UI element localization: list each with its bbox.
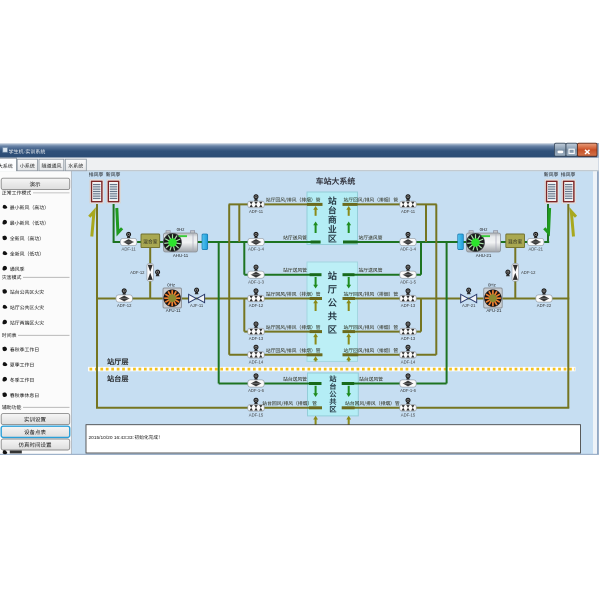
svg-text:ADF-13: ADF-13 xyxy=(249,336,264,341)
svg-text:ADF-1-6: ADF-1-6 xyxy=(400,388,416,393)
svg-text:ADF-1-5: ADF-1-5 xyxy=(400,279,416,284)
svg-text:ADF-1-4: ADF-1-4 xyxy=(400,247,416,252)
svg-text:ADF-1-4: ADF-1-4 xyxy=(248,247,264,252)
svg-text:ADF-12: ADF-12 xyxy=(117,303,132,308)
svg-text:0Hz: 0Hz xyxy=(488,283,496,288)
svg-text:AFU-11: AFU-11 xyxy=(166,308,181,313)
svg-text:ADF-12: ADF-12 xyxy=(249,303,264,308)
svg-text:ADF-1-6: ADF-1-6 xyxy=(248,388,264,393)
svg-text:ADF-15: ADF-15 xyxy=(249,412,264,417)
svg-text:ADF-12: ADF-12 xyxy=(521,270,536,275)
svg-text:AHU-11: AHU-11 xyxy=(173,253,189,258)
svg-text:AHU-21: AHU-21 xyxy=(476,253,492,258)
svg-text:2015/10/20 16:43:33:: 2015/10/20 16:43:33: xyxy=(89,435,134,441)
svg-text:ADF-21: ADF-21 xyxy=(528,247,543,252)
svg-text:AJF-11: AJF-11 xyxy=(190,303,204,308)
svg-text:ADF-11: ADF-11 xyxy=(122,247,137,252)
svg-text:ADF-12: ADF-12 xyxy=(130,270,145,275)
svg-text:AJF-21: AJF-21 xyxy=(462,303,476,308)
svg-text:ADF-13: ADF-13 xyxy=(401,336,416,341)
svg-text:ADF-1-3: ADF-1-3 xyxy=(248,279,264,284)
svg-text:AFU-21: AFU-21 xyxy=(486,308,502,313)
svg-text:ADF-15: ADF-15 xyxy=(401,412,416,417)
svg-text:ADF-14: ADF-14 xyxy=(401,359,416,364)
svg-text:0Hz: 0Hz xyxy=(480,227,488,232)
svg-text:0Hz: 0Hz xyxy=(167,283,175,288)
svg-text:ADF-13: ADF-13 xyxy=(401,303,416,308)
svg-text:0Hz: 0Hz xyxy=(177,227,185,232)
svg-text:ADF-11: ADF-11 xyxy=(249,209,264,214)
svg-text:ADF-22: ADF-22 xyxy=(537,303,552,308)
svg-text:ADF-14: ADF-14 xyxy=(249,359,264,364)
svg-text:ADF-11: ADF-11 xyxy=(401,209,416,214)
